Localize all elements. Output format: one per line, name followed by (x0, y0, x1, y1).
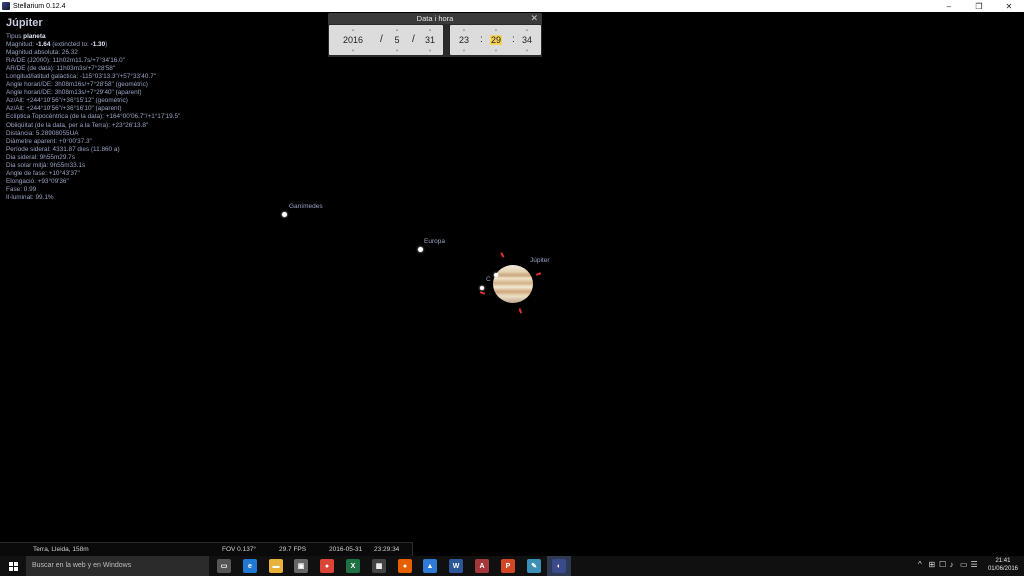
chevron-down-icon[interactable]: ▼ (517, 48, 537, 53)
day-spinbox[interactable]: ▲ 31 ▼ (420, 25, 440, 55)
info-line: Dia sideral: 9h55m29.7s (6, 153, 75, 161)
chrome-icon[interactable]: ● (320, 559, 334, 573)
info-line: Eclíptica Topocèntrica (de la data): +16… (6, 113, 181, 121)
ganymede-moon[interactable] (282, 212, 287, 217)
year-spinbox[interactable]: ▲ 2016 ▼ (335, 25, 371, 55)
jupiter-label: Júpiter (530, 257, 550, 264)
info-line: Obliqüitat (de la data, per a la Terra):… (6, 121, 149, 129)
time-group: ▲ 23 ▼ : ▲ 29 ▼ : ▲ 34 ▼ (450, 25, 541, 55)
system-clock[interactable]: 21:41 01/06/2016 (988, 557, 1018, 573)
info-line: Magnitud absoluta: 26.32 (6, 49, 78, 57)
fps-text: 29.7 FPS (279, 546, 307, 553)
callisto-label: C (486, 276, 491, 283)
info-line: Tipus planeta (6, 33, 46, 40)
task-view-icon[interactable]: ▭ (217, 559, 231, 573)
tray-icon[interactable]: ⊞ (929, 560, 936, 569)
window-title: Stellarium 0.12.4 (13, 2, 66, 10)
object-name: Júpiter (6, 17, 43, 29)
stellarium-app-icon (2, 2, 10, 10)
date-time-dialog: Data i hora ✕ ▲ 2016 ▼ / ▲ 5 ▼ / ▲ 31 ▼ (328, 13, 542, 57)
stellarium-icon[interactable]: ◐ (552, 559, 566, 573)
excel-icon[interactable]: X (346, 559, 360, 573)
photos-icon[interactable]: ▲ (423, 559, 437, 573)
callisto-moon[interactable] (480, 286, 484, 290)
tray-icon[interactable]: ^ (918, 560, 922, 569)
tray-icon[interactable]: ♪ (950, 560, 954, 569)
date-separator: / (412, 34, 415, 45)
tray-icon[interactable]: ▭ (960, 560, 968, 569)
close-button[interactable]: ✕ (994, 0, 1024, 12)
info-line: Període sideral: 4331.87 dies (11.860 a) (6, 145, 120, 153)
location-text: Terra, Lleida, 158m (33, 546, 89, 553)
chevron-down-icon[interactable]: ▼ (420, 48, 440, 53)
time-separator: : (480, 34, 483, 45)
chevron-up-icon[interactable]: ▲ (517, 27, 537, 32)
month-spinbox[interactable]: ▲ 5 ▼ (389, 25, 405, 55)
access-icon[interactable]: A (475, 559, 489, 573)
dialog-title: Data i hora (416, 14, 454, 23)
info-line: Magnitud: -1.64 (extincted to: -1.30) (6, 41, 108, 49)
notepad-icon[interactable]: ✎ (527, 559, 541, 573)
file-explorer-icon[interactable]: ▬ (269, 559, 283, 573)
fov-text: FOV 0.137° (222, 546, 257, 553)
start-button[interactable] (0, 556, 26, 576)
chevron-down-icon[interactable]: ▼ (335, 48, 371, 53)
chevron-up-icon[interactable]: ▲ (486, 27, 506, 32)
search-box[interactable]: Buscar en la web y en Windows (26, 556, 209, 576)
chevron-down-icon[interactable]: ▼ (389, 48, 405, 53)
clock-date: 01/06/2016 (987, 566, 1018, 572)
info-line: Angle de fase: +10°43'37" (6, 169, 80, 177)
info-line: Il·luminat: 99.1% (6, 193, 54, 201)
status-bar: Terra, Lleida, 158m FOV 0.137° 29.7 FPS … (0, 542, 413, 556)
windows-taskbar: Buscar en la web y en Windows ▭ e ▬ ▣ ● X ▦ ● ▲ W… (0, 556, 1024, 576)
tray-icon[interactable]: ☰ (971, 560, 978, 569)
window-titlebar: Stellarium 0.12.4 – ❐ ✕ (0, 0, 1024, 12)
windows-logo-icon (8, 561, 18, 571)
maximize-button[interactable]: ❐ (964, 0, 994, 12)
europa-label: Europa (424, 238, 445, 245)
firefox-icon[interactable]: ● (398, 559, 412, 573)
info-line: Fase: 0.99 (6, 185, 37, 193)
chevron-down-icon[interactable]: ▼ (454, 48, 474, 53)
info-line: RA/DE (J2000): 11h02m11.7s/+7°34'16.0" (6, 57, 125, 65)
chevron-up-icon[interactable]: ▲ (335, 27, 371, 32)
io-moon[interactable] (494, 273, 498, 277)
info-line: Dia solar mitjà: 9h55m33.1s (6, 161, 86, 169)
edge-icon[interactable]: e (243, 559, 257, 573)
second-spinbox[interactable]: ▲ 34 ▼ (517, 25, 537, 55)
hour-spinbox[interactable]: ▲ 23 ▼ (454, 25, 474, 55)
chevron-up-icon[interactable]: ▲ (389, 27, 405, 32)
minimize-button[interactable]: – (934, 0, 964, 12)
chevron-down-icon[interactable]: ▼ (486, 48, 506, 53)
time-text: 23:29:34 (374, 546, 400, 553)
object-info-panel: Júpiter Tipus planeta Magnitud: -1.64 (ex… (6, 16, 180, 202)
store-icon[interactable]: ▣ (294, 559, 308, 573)
date-separator: / (380, 34, 383, 45)
dialog-header[interactable]: Data i hora ✕ (328, 13, 542, 24)
close-icon[interactable]: ✕ (530, 13, 538, 24)
date-group: ▲ 2016 ▼ / ▲ 5 ▼ / ▲ 31 ▼ (329, 25, 443, 55)
info-line: Distància: 5.28908055UA (6, 129, 79, 137)
jupiter-planet[interactable] (493, 265, 533, 303)
info-line: Elongació: +93°09'36" (6, 177, 69, 185)
chevron-up-icon[interactable]: ▲ (420, 27, 440, 32)
word-icon[interactable]: W (449, 559, 463, 573)
date-text: 2016-05-31 (329, 546, 363, 553)
ganymede-label: Ganímedes (289, 203, 323, 210)
tray-icon[interactable]: ☐ (939, 560, 946, 569)
chevron-up-icon[interactable]: ▲ (454, 27, 474, 32)
minute-spinbox[interactable]: ▲ 29 ▼ (486, 25, 506, 55)
info-line: Diàmetre aparent: +0°00'37.3" (6, 137, 92, 145)
calculator-icon[interactable]: ▦ (372, 559, 386, 573)
powerpoint-icon[interactable]: P (501, 559, 515, 573)
europa-moon[interactable] (418, 247, 423, 252)
time-separator: : (512, 34, 515, 45)
clock-time: 21:41 (995, 558, 1011, 564)
